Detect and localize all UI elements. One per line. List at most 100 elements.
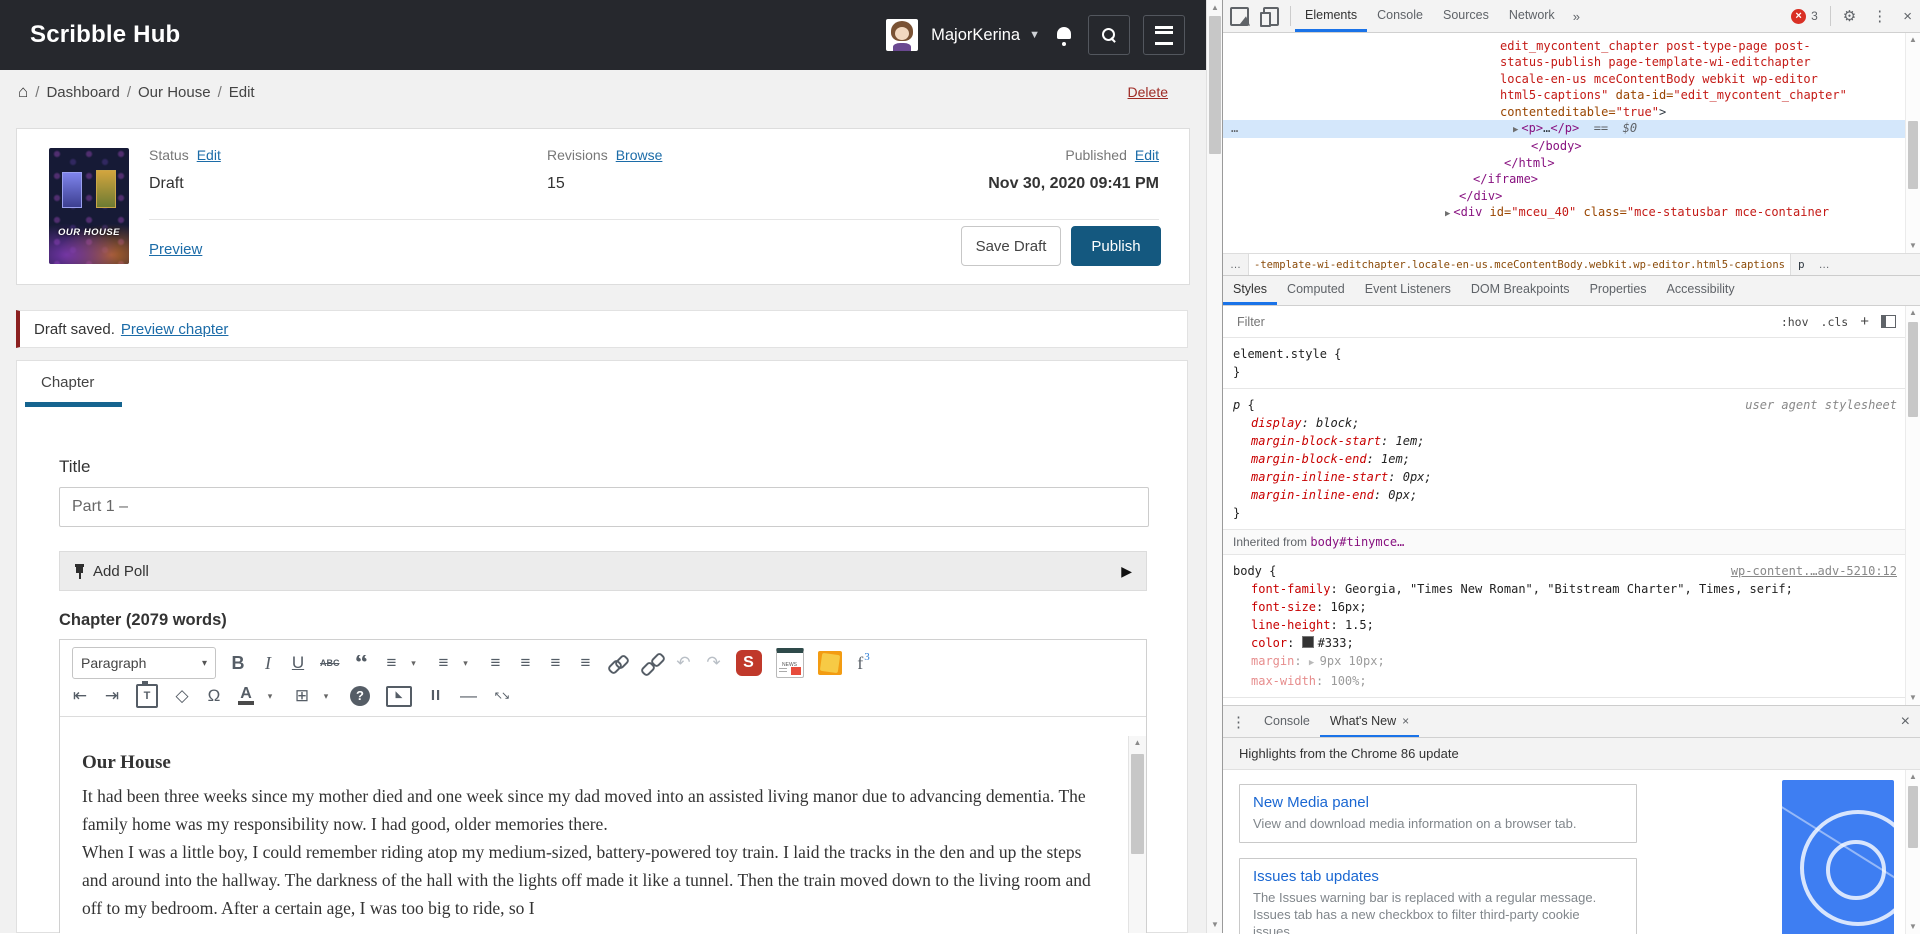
bold-button[interactable]: B [230,652,246,674]
fullscreen-button[interactable]: ↖↘ [493,685,509,707]
styles-filter-input[interactable] [1235,314,1539,330]
kebab-menu-icon[interactable]: ⋮ [1872,7,1887,25]
tab-chapter[interactable]: Chapter [41,374,94,391]
whats-new-card[interactable]: Issues tab updates The Issues warning ba… [1239,858,1637,934]
scroll-up-arrow[interactable]: ▲ [1129,736,1146,750]
bullet-list-caret[interactable]: ▾ [406,652,422,674]
close-tab-icon[interactable]: × [1402,714,1409,728]
align-center-button[interactable]: ≡ [518,652,534,674]
redo-button[interactable]: ↷ [706,652,722,674]
css-property[interactable]: font-family: Georgia, "Times New Roman",… [1233,580,1897,598]
styles-tab[interactable]: Event Listeners [1355,276,1461,305]
revisions-browse-link[interactable]: Browse [616,147,663,163]
save-draft-button[interactable]: Save Draft [961,226,1061,266]
scroll-up-arrow[interactable]: ▲ [1906,306,1920,320]
dom-tree-line[interactable]: </html> [1223,155,1920,171]
dom-tree-line[interactable]: </iframe> [1223,171,1920,187]
devtools-tab[interactable]: Console [1367,0,1433,32]
css-property[interactable]: max-width: 100%; [1233,672,1897,690]
css-property[interactable]: line-height: 1.5; [1233,616,1897,634]
settings-gear-icon[interactable]: ⚙ [1843,7,1856,25]
devtools-tab[interactable]: Elements [1295,0,1367,32]
breadcrumb-link[interactable]: Dashboard [46,84,119,101]
scroll-up-arrow[interactable]: ▲ [1207,1,1223,15]
drawer-tab-whats-new[interactable]: What's New× [1320,706,1419,737]
undo-button[interactable]: ↶ [676,652,692,674]
dom-tree-line[interactable]: html5-captions" data-id="edit_mycontent_… [1223,87,1920,103]
search-button[interactable] [1088,15,1130,55]
element-style-rule[interactable]: element.style { } [1223,338,1907,389]
dom-tree-line[interactable]: </div> [1223,188,1920,204]
drawer-menu-icon[interactable]: ⋮ [1231,713,1246,731]
sticky-notes-button[interactable] [818,651,842,675]
novel-cover-image[interactable]: OUR HOUSE [49,148,129,264]
cls-toggle[interactable]: .cls [1821,315,1849,329]
dom-tree-line[interactable]: locale-en-us mceContentBody webkit wp-ed… [1223,71,1920,87]
scroll-up-arrow[interactable]: ▲ [1906,33,1920,47]
dom-tree-line[interactable]: edit_mycontent_chapter post-type-page po… [1223,38,1920,54]
css-property[interactable]: margin-inline-end: 0px; [1233,486,1897,504]
scroll-thumb[interactable] [1908,786,1918,848]
italic-button[interactable]: I [260,652,276,674]
css-property[interactable]: color: #333; [1233,634,1897,652]
chapter-title-input[interactable] [59,487,1149,527]
numbered-list-button[interactable]: ≡ [436,652,452,674]
devtools-tab[interactable]: Network [1499,0,1565,32]
site-logo[interactable]: Scribble Hub [30,0,180,70]
preview-chapter-link[interactable]: Preview chapter [121,321,229,338]
menu-button[interactable] [1143,15,1185,55]
styles-tab[interactable]: DOM Breakpoints [1461,276,1580,305]
strikethrough-button[interactable]: ABC [320,652,340,674]
more-tabs-chevron[interactable]: » [1573,9,1580,24]
whats-new-scrollbar[interactable]: ▲ ▼ [1905,770,1920,934]
inherited-node-link[interactable]: body#tinymce… [1310,535,1404,549]
css-property[interactable]: margin-block-end: 1em; [1233,450,1897,468]
align-right-button[interactable]: ≡ [548,652,564,674]
text-color-button[interactable]: A [238,687,254,705]
styles-tab[interactable]: Accessibility [1657,276,1745,305]
username[interactable]: MajorKerina [931,26,1020,45]
computed-sidebar-icon[interactable] [1881,315,1896,328]
elements-scrollbar[interactable]: ▲ ▼ [1905,33,1920,253]
underline-button[interactable]: U [290,652,306,674]
p-css-rule[interactable]: user agent stylesheet p { display: block… [1223,389,1907,530]
scribble-s-button[interactable]: S [736,650,762,676]
numbered-list-caret[interactable]: ▾ [458,652,474,674]
page-scrollbar[interactable]: ▲ ▼ [1206,0,1223,933]
special-character-button[interactable]: Ω [206,685,222,707]
notifications-bell-icon[interactable] [1056,27,1072,43]
whats-new-card[interactable]: New Media panel View and download media … [1239,784,1637,843]
scroll-thumb[interactable] [1209,16,1221,154]
styles-tab[interactable]: Styles [1223,276,1277,305]
preview-link[interactable]: Preview [149,241,202,258]
breadcrumb-body-crumb[interactable]: -template-wi-editchapter.locale-en-us.mc… [1248,254,1791,275]
user-avatar[interactable] [886,19,918,51]
justify-button[interactable]: ≡ [578,652,594,674]
breadcrumb-link[interactable]: Our House [138,84,211,101]
css-property[interactable]: margin-inline-start: 0px; [1233,468,1897,486]
scroll-down-arrow[interactable]: ▼ [1207,918,1223,932]
status-edit-link[interactable]: Edit [197,147,221,163]
scroll-thumb[interactable] [1908,322,1918,417]
format-select[interactable]: Paragraph▾ [72,647,216,679]
image-button[interactable]: ◣ [386,686,412,707]
published-edit-link[interactable]: Edit [1135,147,1159,163]
news-button[interactable]: NEWS [776,648,804,678]
drawer-tab-console[interactable]: Console [1254,706,1320,737]
editor-scrollbar[interactable]: ▲ [1128,736,1146,933]
styles-scrollbar[interactable]: ▲ ▼ [1905,306,1920,705]
home-icon[interactable]: ⌂ [18,82,28,102]
chevron-down-icon[interactable]: ▼ [1029,29,1040,41]
editor-content[interactable]: Our House It had been three weeks since … [60,736,1146,933]
scroll-thumb[interactable] [1908,121,1918,189]
add-poll-toggle[interactable]: Add Poll ▶ [59,551,1147,591]
css-property[interactable]: display: block; [1233,414,1897,432]
scroll-down-arrow[interactable]: ▼ [1906,920,1920,934]
table-button[interactable]: ⊞ [294,685,310,707]
footnote-button[interactable]: f [856,652,872,674]
link-button[interactable] [608,654,628,672]
dom-tree-line[interactable]: …▶<p>…</p> == $0 [1223,120,1920,138]
styles-tab[interactable]: Properties [1580,276,1657,305]
breadcrumb-p-crumb[interactable]: p [1791,258,1812,271]
indent-button[interactable]: ⇥ [104,685,120,707]
